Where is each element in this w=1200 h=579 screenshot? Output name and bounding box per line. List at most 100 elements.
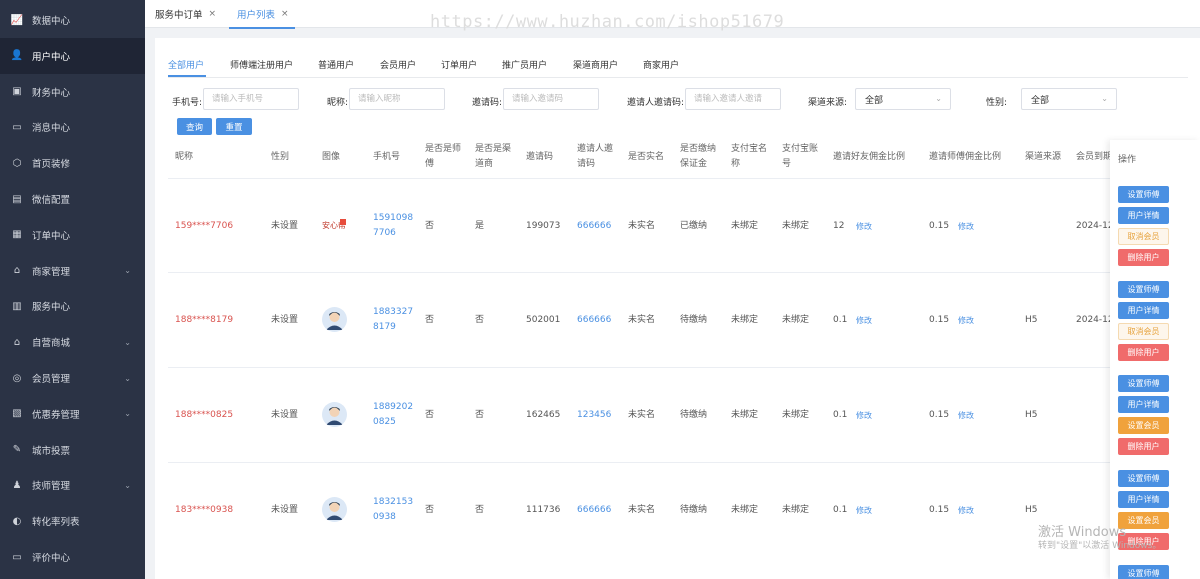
sidebar-item-14[interactable]: ◐ 转化率列表	[0, 503, 145, 539]
phone-cell[interactable]: 1889202 0825	[373, 400, 413, 430]
tab-user-list[interactable]: 用户列表 ×	[229, 0, 295, 29]
set-master-button[interactable]: 设置师傅	[1118, 375, 1169, 392]
gender-cell: 未设置	[271, 220, 299, 231]
chevron-down-icon: ⌄	[124, 337, 131, 347]
sidebar-item-4[interactable]: ⬡ 首页装修	[0, 145, 145, 181]
channel-source-label: 渠道来源:	[808, 98, 848, 108]
user-detail-button[interactable]: 用户详情	[1118, 302, 1169, 319]
search-button[interactable]: 查询	[177, 118, 212, 135]
user-detail-button[interactable]: 用户详情	[1118, 207, 1169, 224]
member-toggle-button[interactable]: 设置会员	[1118, 417, 1169, 434]
subtab-normal-users[interactable]: 普通用户	[318, 58, 354, 71]
main-panel	[155, 38, 1200, 579]
gender-select[interactable]: 全部 ⌄	[1021, 88, 1117, 110]
alipay-account-cell: 未绑定	[782, 504, 810, 515]
edit-friend-rate-link[interactable]: 修改	[856, 313, 872, 328]
sidebar-item-10[interactable]: ◎ 会员管理 ⌄	[0, 360, 145, 396]
subtab-all-users[interactable]: 全部用户	[168, 58, 204, 71]
phone-cell[interactable]: 1832153 0938	[373, 495, 413, 525]
col-is-master: 是否是师傅	[425, 142, 461, 172]
inviter-code-cell[interactable]: 123456	[577, 408, 611, 423]
inviter-code-cell[interactable]: 666666	[577, 219, 611, 234]
sidebar-item-label: 自营商城	[32, 338, 71, 350]
subtab-channel-users[interactable]: 渠道商用户	[573, 58, 618, 71]
subtab-merchant-users[interactable]: 商家用户	[643, 58, 679, 71]
set-master-button[interactable]: 设置师傅	[1118, 565, 1169, 579]
col-channel-source: 渠道来源	[1025, 152, 1062, 162]
user-detail-button[interactable]: 用户详情	[1118, 396, 1169, 413]
edit-master-rate-link[interactable]: 修改	[958, 408, 974, 423]
set-master-button[interactable]: 设置师傅	[1118, 186, 1169, 203]
delete-user-button[interactable]: 删除用户	[1118, 344, 1169, 361]
close-icon[interactable]: ×	[209, 9, 217, 19]
row-divider	[168, 272, 1188, 273]
subtab-order-users[interactable]: 订单用户	[441, 58, 477, 71]
phone-cell[interactable]: 1591098 7706	[373, 211, 413, 241]
sidebar-item-1[interactable]: 👤 用户中心	[0, 37, 145, 74]
is-master-cell: 否	[425, 409, 435, 420]
col-realname: 是否实名	[628, 152, 665, 162]
sidebar-item-label: 消息中心	[32, 123, 71, 135]
phone-part: 1883327	[373, 306, 414, 317]
sidebar-item-12[interactable]: ✎ 城市投票	[0, 432, 145, 468]
nickname-cell: 188****0825	[175, 409, 234, 420]
edit-master-rate-link[interactable]: 修改	[958, 503, 974, 518]
sidebar-item-11[interactable]: ▧ 优惠券管理 ⌄	[0, 396, 145, 432]
delete-user-button[interactable]: 删除用户	[1118, 249, 1169, 266]
close-icon[interactable]: ×	[281, 9, 289, 19]
sidebar-item-3[interactable]: ▭ 消息中心	[0, 109, 145, 145]
phone-label: 手机号:	[172, 98, 203, 108]
edit-friend-rate-link[interactable]: 修改	[856, 408, 872, 423]
member-toggle-button[interactable]: 取消会员	[1118, 323, 1169, 340]
nickname-input[interactable]	[349, 88, 445, 110]
sidebar-item-label: 微信配置	[32, 195, 71, 206]
header-line: 是否是师	[425, 144, 462, 154]
deposit-cell: 已缴纳	[680, 220, 708, 231]
is-master-cell: 否	[425, 220, 435, 231]
subtab-promoter-users[interactable]: 推广员用户	[502, 58, 547, 71]
delete-user-button[interactable]: 删除用户	[1118, 438, 1169, 455]
subtab-master-registered[interactable]: 师傅端注册用户	[230, 58, 293, 71]
sidebar-item-13[interactable]: ♟ 技师管理 ⌄	[0, 467, 145, 503]
clipboard-icon: ▥	[12, 300, 22, 312]
sidebar-item-15[interactable]: ▭ 评价中心	[0, 539, 145, 575]
edit-master-rate-link[interactable]: 修改	[958, 313, 974, 328]
inviter-code-cell[interactable]: 666666	[577, 313, 611, 328]
inviter-code-cell[interactable]: 666666	[577, 503, 611, 518]
sidebar-item-8[interactable]: ▥ 服务中心	[0, 288, 145, 324]
sidebar-item-0[interactable]: 📈 数据中心	[0, 2, 145, 38]
phone-input[interactable]	[203, 88, 299, 110]
col-avatar: 图像	[322, 152, 341, 162]
inviter-code-input[interactable]	[685, 88, 781, 110]
invite-code-input[interactable]	[503, 88, 599, 110]
sidebar-item-7[interactable]: ⌂ 商家管理 ⌄	[0, 253, 145, 289]
sidebar-item-9[interactable]: ⌂ 自营商城 ⌄	[0, 324, 145, 360]
edit-friend-rate-link[interactable]: 修改	[856, 219, 872, 234]
col-is-channel: 是否是渠 道商	[475, 142, 511, 172]
phone-cell[interactable]: 1883327 8179	[373, 305, 413, 335]
user-detail-button[interactable]: 用户详情	[1118, 491, 1169, 508]
message-icon: ▭	[12, 121, 22, 133]
reset-button[interactable]: 重置	[216, 118, 252, 135]
box-icon: ⬡	[12, 157, 22, 169]
channel-source-select[interactable]: 全部 ⌄	[855, 88, 951, 110]
edit-friend-rate-link[interactable]: 修改	[856, 503, 872, 518]
set-master-button[interactable]: 设置师傅	[1118, 281, 1169, 298]
is-master-cell: 否	[425, 504, 435, 515]
row-divider	[168, 178, 1188, 179]
subtab-member-users[interactable]: 会员用户	[380, 58, 416, 71]
avatar	[322, 401, 347, 427]
header-line: 称	[731, 159, 741, 169]
member-toggle-button[interactable]: 取消会员	[1118, 228, 1169, 245]
tab-service-orders[interactable]: 服务中订单 ×	[155, 0, 216, 28]
sidebar-item-2[interactable]: ▣ 财务中心	[0, 74, 145, 110]
gender-cell: 未设置	[271, 409, 299, 420]
master-rate-cell: 0.15	[929, 409, 950, 420]
coin-icon: ◎	[12, 372, 22, 384]
sidebar-item-5[interactable]: ▤ 微信配置	[0, 181, 145, 217]
wallet-icon: ▣	[12, 86, 22, 98]
edit-master-rate-link[interactable]: 修改	[958, 219, 974, 234]
sidebar-item-6[interactable]: ▦ 订单中心	[0, 217, 145, 253]
set-master-button[interactable]: 设置师傅	[1118, 470, 1169, 487]
convert-icon: ◐	[12, 515, 22, 527]
